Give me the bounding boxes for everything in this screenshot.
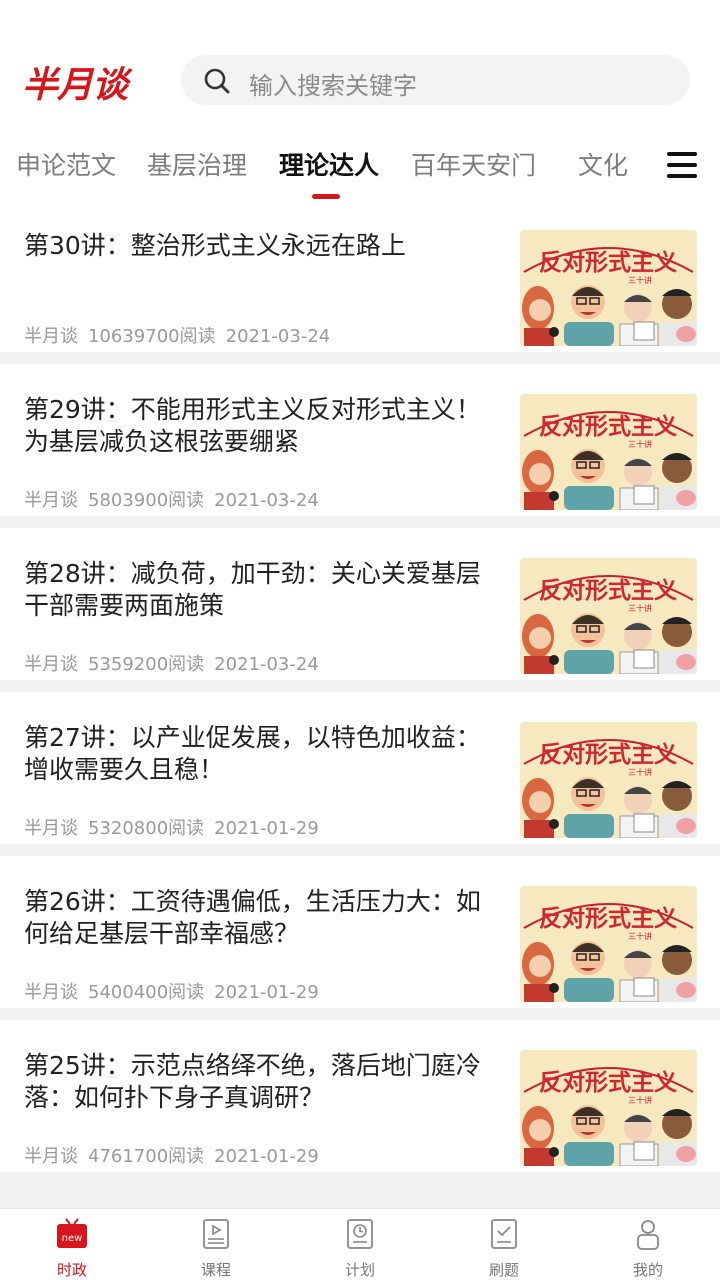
article-meta: 半月谈 10639700阅读 2021-03-24 [24,322,340,348]
search-icon [204,68,230,94]
list-item[interactable]: 第29讲：不能用形式主义反对形式主义！为基层减负这根弦要绷紧 半月谈 580390… [0,364,720,516]
list-item[interactable]: 第27讲：以产业促发展，以特色加收益：增收需要久且稳！ 半月谈 5320800阅读… [0,692,720,844]
article-meta: 半月谈 5803900阅读 2021-03-24 [24,486,329,512]
nav-label: 我的 [632,1261,663,1279]
nav-quiz[interactable]: 刷题 [464,1217,544,1280]
article-source: 半月谈 [24,326,78,347]
article-date: 2021-01-29 [214,818,319,839]
nav-label: 时政 [56,1261,87,1279]
article-title: 第27讲：以产业促发展，以特色加收益：增收需要久且稳！ [24,723,481,784]
thumbnail-banner-text: 反对形式主义 [539,1070,677,1096]
article-reads: 5359200阅读 [88,654,205,675]
article-source: 半月谈 [24,982,78,1003]
list-item[interactable]: 第28讲：减负荷，加干劲：关心关爱基层干部需要两面施策 半月谈 5359200阅读… [0,528,720,680]
plan-icon [347,1219,373,1249]
thumbnail-sub-text: 三十讲 [628,275,652,285]
article-source: 半月谈 [24,654,78,675]
tab-shenlun[interactable]: 申论范文 [16,146,116,182]
tab-theory[interactable]: 理论达人 [279,146,379,182]
article-reads: 5400400阅读 [88,982,205,1003]
article-meta: 半月谈 5400400阅读 2021-01-29 [24,978,329,1004]
article-title: 第29讲：不能用形式主义反对形式主义！为基层减负这根弦要绷紧 [24,395,481,456]
menu-icon[interactable] [667,152,697,178]
tab-tiananmen[interactable]: 百年天安门 [411,146,536,182]
thumbnail-sub-text: 三十讲 [628,1095,652,1105]
search-bar[interactable]: 输入搜索关键字 [181,55,690,105]
article-date: 2021-03-24 [225,326,331,347]
nav-profile[interactable]: 我的 [608,1217,688,1280]
article-reads: 5803900阅读 [88,490,205,511]
article-meta: 半月谈 5359200阅读 2021-03-24 [24,650,329,676]
nav-label: 课程 [200,1261,231,1279]
article-reads: 10639700阅读 [88,326,216,347]
article-title: 第30讲：整治形式主义永远在路上 [24,231,406,260]
nav-plan[interactable]: 计划 [320,1217,400,1280]
list-item[interactable]: 第26讲：工资待遇偏低，生活压力大：如何给足基层干部幸福感？ 半月谈 540040… [0,856,720,1008]
thumbnail-banner-text: 反对形式主义 [539,906,677,932]
article-source: 半月谈 [24,818,78,839]
tab-culture[interactable]: 文化 [578,146,628,182]
news-badge: new [62,1233,83,1244]
profile-icon [637,1220,659,1250]
article-thumbnail: 反对形式主义 三十讲 [520,722,697,838]
tab-grassroots[interactable]: 基层治理 [147,146,247,182]
nav-course[interactable]: 课程 [176,1217,256,1280]
thumbnail-banner-text: 反对形式主义 [539,578,677,604]
thumbnail-banner-text: 反对形式主义 [539,414,677,440]
active-tab-indicator [312,194,340,199]
thumbnail-sub-text: 三十讲 [628,603,652,613]
category-tabs: 申论范文 基层治理 理论达人 百年天安门 文化 [0,140,720,200]
bottom-nav: new 时政 课程 计划 刷题 我的 [0,1208,720,1280]
article-title: 第26讲：工资待遇偏低，生活压力大：如何给足基层干部幸福感？ [24,887,481,948]
article-date: 2021-03-24 [214,490,319,511]
quiz-icon [491,1219,517,1249]
thumbnail-sub-text: 三十讲 [628,439,652,449]
list-item[interactable]: 第30讲：整治形式主义永远在路上 半月谈 10639700阅读 2021-03-24… [0,200,720,352]
article-date: 2021-01-29 [214,982,319,1003]
thumbnail-banner-text: 反对形式主义 [539,250,677,276]
article-thumbnail: 反对形式主义 三十讲 [520,394,697,510]
article-thumbnail: 反对形式主义 三十讲 [520,558,697,674]
article-date: 2021-01-29 [214,1146,319,1167]
article-thumbnail: 反对形式主义 三十讲 [520,230,697,346]
course-icon [203,1219,229,1249]
list-item[interactable]: 第25讲：示范点络绎不绝，落后地门庭冷落：如何扑下身子真调研？ 半月谈 47617… [0,1020,720,1172]
article-meta: 半月谈 5320800阅读 2021-01-29 [24,814,329,840]
article-reads: 5320800阅读 [88,818,205,839]
search-input[interactable]: 输入搜索关键字 [249,66,417,101]
article-title: 第28讲：减负荷，加干劲：关心关爱基层干部需要两面施策 [24,559,481,620]
app-header: 半月谈 输入搜索关键字 申论范文 基层治理 理论达人 百年天安门 文化 [0,0,720,200]
nav-label: 刷题 [488,1261,519,1279]
article-meta: 半月谈 4761700阅读 2021-01-29 [24,1142,329,1168]
article-source: 半月谈 [24,490,78,511]
article-thumbnail: 反对形式主义 三十讲 [520,886,697,1002]
article-date: 2021-03-24 [214,654,319,675]
nav-news[interactable]: new 时政 [32,1217,112,1280]
article-source: 半月谈 [24,1146,78,1167]
thumbnail-sub-text: 三十讲 [628,767,652,777]
thumbnail-sub-text: 三十讲 [628,931,652,941]
article-thumbnail: 反对形式主义 三十讲 [520,1050,697,1166]
article-title: 第25讲：示范点络绎不绝，落后地门庭冷落：如何扑下身子真调研？ [24,1051,481,1112]
news-icon: new [57,1218,87,1248]
thumbnail-banner-text: 反对形式主义 [539,742,677,768]
article-reads: 4761700阅读 [88,1146,205,1167]
app-logo[interactable]: 半月谈 [22,56,128,108]
nav-label: 计划 [344,1261,375,1279]
